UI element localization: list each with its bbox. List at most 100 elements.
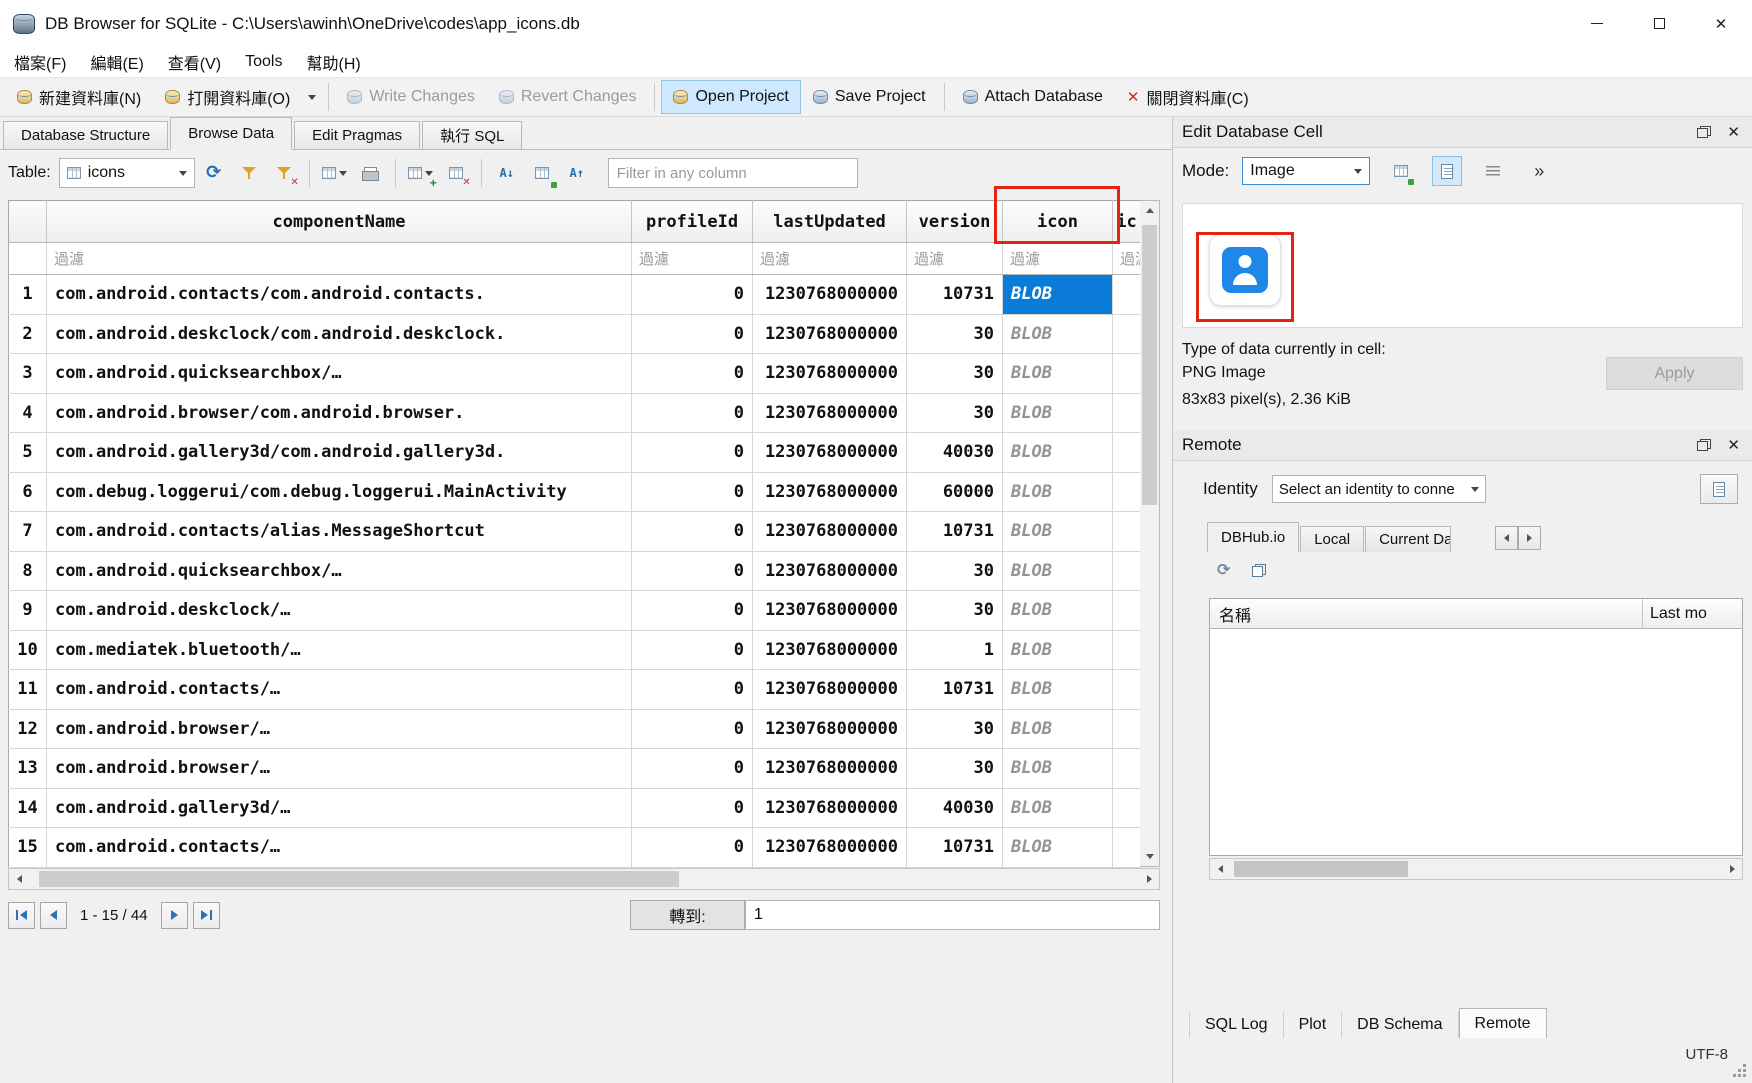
identity-select[interactable]: Select an identity to conne <box>1272 475 1486 503</box>
filter-icon[interactable]: 過濾 <box>1003 243 1113 275</box>
scroll-left-button[interactable] <box>1210 859 1230 879</box>
tab-edit-pragmas[interactable]: Edit Pragmas <box>294 121 420 149</box>
cell-profileId[interactable]: 0 <box>632 788 753 828</box>
row-number[interactable]: 5 <box>9 433 47 473</box>
tab-browse-data[interactable]: Browse Data <box>170 117 292 150</box>
cell-lastUpdated[interactable]: 1230768000000 <box>753 393 907 433</box>
cell-icon[interactable]: BLOB <box>1003 709 1113 749</box>
filter-componentName[interactable]: 過濾 <box>47 243 632 275</box>
cell-icon[interactable]: BLOB <box>1003 433 1113 473</box>
table-format-button[interactable] <box>319 158 351 188</box>
cell-componentName[interactable]: com.debug.loggerui/com.debug.loggerui.Ma… <box>47 472 632 512</box>
cell-icon[interactable]: BLOB <box>1003 354 1113 394</box>
cell-lastUpdated[interactable]: 1230768000000 <box>753 709 907 749</box>
last-page-button[interactable] <box>193 902 220 929</box>
cell-profileId[interactable]: 0 <box>632 472 753 512</box>
cell-profileId[interactable]: 0 <box>632 709 753 749</box>
edit-cell-button[interactable] <box>526 158 558 188</box>
col-header-componentName[interactable]: componentName <box>47 201 632 243</box>
cell-version[interactable]: 10731 <box>907 512 1003 552</box>
row-number[interactable]: 13 <box>9 749 47 789</box>
cell-profileId[interactable]: 0 <box>632 275 753 315</box>
table-row[interactable]: 14 com.android.gallery3d/… 0 12307680000… <box>9 788 1141 828</box>
tab-scroll-left-button[interactable] <box>1495 526 1518 550</box>
menu-help[interactable]: 幫助(H) <box>294 46 372 78</box>
cell-icon[interactable]: BLOB <box>1003 472 1113 512</box>
sort-asc-button[interactable]: A↓ <box>491 158 523 188</box>
row-number[interactable]: 8 <box>9 551 47 591</box>
word-wrap-button[interactable] <box>1478 156 1508 186</box>
identity-import-button[interactable] <box>1700 474 1738 504</box>
row-number[interactable]: 3 <box>9 354 47 394</box>
col-header-version[interactable]: version <box>907 201 1003 243</box>
row-number[interactable]: 9 <box>9 591 47 631</box>
filter-profileId[interactable]: 過濾 <box>632 243 753 275</box>
row-number[interactable]: 7 <box>9 512 47 552</box>
cell-lastUpdated[interactable]: 1230768000000 <box>753 314 907 354</box>
filter-partial[interactable]: 過濾 <box>1113 243 1141 275</box>
cell-componentName[interactable]: com.android.quicksearchbox/… <box>47 551 632 591</box>
cell-icon[interactable]: BLOB <box>1003 314 1113 354</box>
cell-icon[interactable]: BLOB <box>1003 512 1113 552</box>
cell-componentName[interactable]: com.android.deskclock/… <box>47 591 632 631</box>
cell-lastUpdated[interactable]: 1230768000000 <box>753 551 907 591</box>
scroll-right-button[interactable] <box>1722 859 1742 879</box>
cell-componentName[interactable]: com.android.browser/… <box>47 709 632 749</box>
cell-lastUpdated[interactable]: 1230768000000 <box>753 354 907 394</box>
cell-lastUpdated[interactable]: 1230768000000 <box>753 749 907 789</box>
filter-lastUpdated[interactable]: 過濾 <box>753 243 907 275</box>
cell-profileId[interactable]: 0 <box>632 749 753 789</box>
cell-icon[interactable]: BLOB <box>1003 749 1113 789</box>
tab-remote[interactable]: Remote <box>1459 1008 1547 1038</box>
cell-profileId[interactable]: 0 <box>632 393 753 433</box>
tab-execute-sql[interactable]: 執行 SQL <box>422 121 522 149</box>
cell-lastUpdated[interactable]: 1230768000000 <box>753 591 907 631</box>
vertical-scroll-thumb[interactable] <box>1142 225 1157 505</box>
revert-changes-button[interactable]: Revert Changes <box>487 80 649 114</box>
text-view-button[interactable] <box>1432 156 1462 186</box>
cell-version[interactable]: 10731 <box>907 828 1003 868</box>
cell-componentName[interactable]: com.android.contacts/… <box>47 828 632 868</box>
scroll-up-button[interactable] <box>1140 201 1159 220</box>
open-database-dropdown[interactable] <box>302 78 322 116</box>
cell-componentName[interactable]: com.android.gallery3d/… <box>47 788 632 828</box>
close-panel-icon[interactable]: ✕ <box>1727 436 1740 454</box>
cell-profileId[interactable]: 0 <box>632 354 753 394</box>
cell-version[interactable]: 30 <box>907 709 1003 749</box>
apply-button[interactable]: Apply <box>1606 357 1743 390</box>
cell-lastUpdated[interactable]: 1230768000000 <box>753 433 907 473</box>
cell-version[interactable]: 30 <box>907 749 1003 789</box>
cell-componentName[interactable]: com.android.browser/com.android.browser. <box>47 393 632 433</box>
goto-record-input[interactable] <box>745 900 1160 930</box>
table-row[interactable]: 2 com.android.deskclock/com.android.desk… <box>9 314 1141 354</box>
cell-version[interactable]: 40030 <box>907 788 1003 828</box>
col-header-partial[interactable]: ic <box>1113 201 1141 243</box>
cell-profileId[interactable]: 0 <box>632 551 753 591</box>
row-number[interactable]: 10 <box>9 630 47 670</box>
cell-icon[interactable]: BLOB <box>1003 393 1113 433</box>
tab-current-database[interactable]: Current Dat <box>1365 526 1451 552</box>
table-row[interactable]: 10 com.mediatek.bluetooth/… 0 1230768000… <box>9 630 1141 670</box>
cell-lastUpdated[interactable]: 1230768000000 <box>753 630 907 670</box>
resize-grip-icon[interactable] <box>1743 1074 1746 1077</box>
table-row[interactable]: 5 com.android.gallery3d/com.android.gall… <box>9 433 1141 473</box>
cell-componentName[interactable]: com.android.gallery3d/com.android.galler… <box>47 433 632 473</box>
cell-lastUpdated[interactable]: 1230768000000 <box>753 828 907 868</box>
cell-version[interactable]: 30 <box>907 393 1003 433</box>
remote-horizontal-scrollbar[interactable] <box>1209 858 1743 880</box>
grid-corner[interactable] <box>9 201 47 243</box>
sort-desc-button[interactable]: A↑ <box>561 158 593 188</box>
cell-componentName[interactable]: com.android.browser/… <box>47 749 632 789</box>
tab-db-schema[interactable]: DB Schema <box>1342 1012 1458 1038</box>
cell-lastUpdated[interactable]: 1230768000000 <box>753 788 907 828</box>
filter-button[interactable] <box>233 158 265 188</box>
cell-lastUpdated[interactable]: 1230768000000 <box>753 512 907 552</box>
cell-lastUpdated[interactable]: 1230768000000 <box>753 670 907 710</box>
tab-database-structure[interactable]: Database Structure <box>3 121 168 149</box>
cell-version[interactable]: 10731 <box>907 670 1003 710</box>
cell-lastUpdated[interactable]: 1230768000000 <box>753 275 907 315</box>
horizontal-scroll-thumb[interactable] <box>1234 861 1408 877</box>
cell-version[interactable]: 30 <box>907 354 1003 394</box>
cell-profileId[interactable]: 0 <box>632 314 753 354</box>
vertical-scrollbar[interactable] <box>1140 200 1160 867</box>
